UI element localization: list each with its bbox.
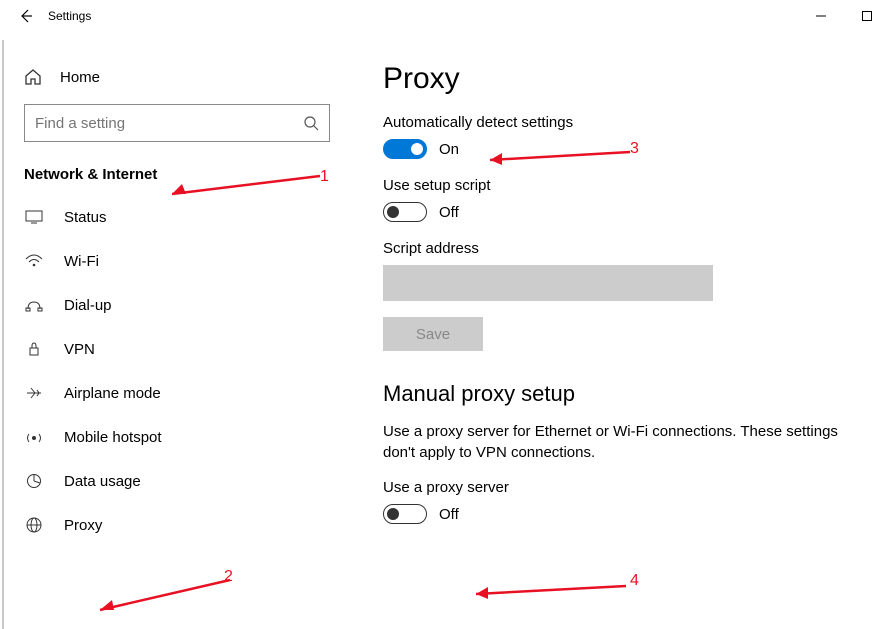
sidebar-item-label: VPN — [64, 341, 95, 358]
category-label: Network & Internet — [0, 166, 354, 195]
home-link[interactable]: Home — [0, 60, 354, 104]
sidebar-item-wifi[interactable]: Wi-Fi — [0, 239, 354, 283]
sidebar-item-proxy[interactable]: Proxy — [0, 503, 354, 547]
auto-detect-label: Automatically detect settings — [383, 114, 862, 131]
home-icon — [24, 68, 44, 86]
use-proxy-label: Use a proxy server — [383, 479, 862, 496]
sidebar: Home Network & Internet Status Wi-Fi Dia… — [0, 32, 355, 629]
script-address-label: Script address — [383, 240, 862, 257]
search-icon — [303, 115, 319, 131]
search-input-wrap[interactable] — [24, 104, 330, 142]
sidebar-item-label: Airplane mode — [64, 385, 161, 402]
save-button[interactable]: Save — [383, 317, 483, 351]
sidebar-item-label: Wi-Fi — [64, 253, 99, 270]
hotspot-icon — [24, 430, 44, 444]
script-address-input[interactable] — [383, 265, 713, 301]
content-pane: Proxy Automatically detect settings On U… — [355, 32, 890, 629]
sidebar-item-label: Status — [64, 209, 107, 226]
titlebar: Settings — [0, 0, 890, 32]
setup-script-label: Use setup script — [383, 177, 862, 194]
globe-icon — [24, 516, 44, 534]
setup-script-state: Off — [439, 204, 459, 221]
airplane-icon — [24, 386, 44, 400]
search-input[interactable] — [35, 115, 303, 132]
auto-detect-state: On — [439, 141, 459, 158]
sidebar-item-dialup[interactable]: Dial-up — [0, 283, 354, 327]
auto-detect-toggle[interactable] — [383, 139, 427, 159]
page-title: Proxy — [383, 62, 862, 96]
sidebar-item-label: Data usage — [64, 473, 141, 490]
manual-section-header: Manual proxy setup — [383, 381, 862, 407]
maximize-button[interactable] — [844, 0, 890, 32]
manual-section-desc: Use a proxy server for Ethernet or Wi-Fi… — [383, 421, 862, 463]
nav-list: Status Wi-Fi Dial-up VPN Airplane mode M… — [0, 195, 354, 547]
home-label: Home — [60, 69, 100, 86]
left-accent-line — [2, 40, 4, 629]
sidebar-item-hotspot[interactable]: Mobile hotspot — [0, 415, 354, 459]
sidebar-item-vpn[interactable]: VPN — [0, 327, 354, 371]
setup-script-toggle[interactable] — [383, 202, 427, 222]
dialup-icon — [24, 298, 44, 312]
minimize-button[interactable] — [798, 0, 844, 32]
sidebar-item-label: Dial-up — [64, 297, 112, 314]
vpn-icon — [24, 342, 44, 356]
sidebar-item-status[interactable]: Status — [0, 195, 354, 239]
sidebar-item-label: Mobile hotspot — [64, 429, 162, 446]
sidebar-item-airplane[interactable]: Airplane mode — [0, 371, 354, 415]
back-button[interactable] — [10, 0, 42, 32]
use-proxy-toggle[interactable] — [383, 504, 427, 524]
data-usage-icon — [24, 473, 44, 489]
sidebar-item-datausage[interactable]: Data usage — [0, 459, 354, 503]
sidebar-item-label: Proxy — [64, 517, 102, 534]
wifi-icon — [24, 254, 44, 268]
window-title: Settings — [48, 9, 91, 23]
monitor-icon — [24, 210, 44, 224]
use-proxy-state: Off — [439, 506, 459, 523]
